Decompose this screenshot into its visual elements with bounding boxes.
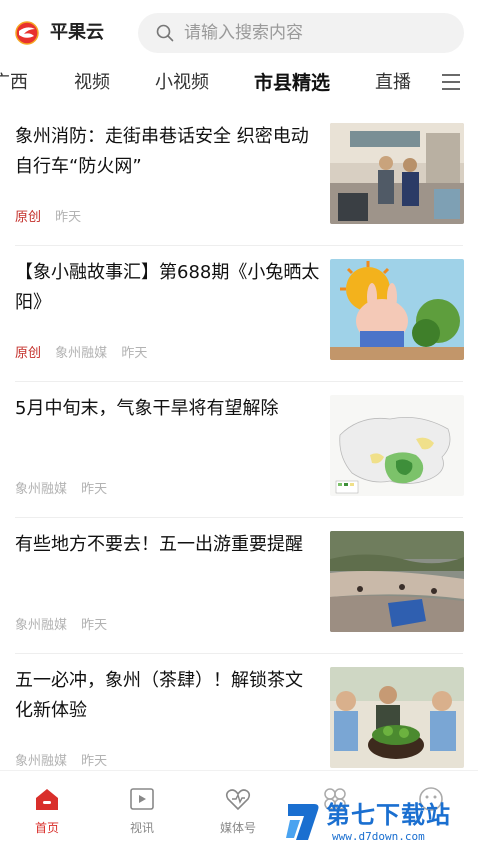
news-title: 5月中旬末，气象干旱将有望解除 xyxy=(15,398,279,419)
news-item[interactable]: 有些地方不要去！五一出游重要提醒 象州融媒 昨天 xyxy=(0,518,478,654)
original-badge: 原创 xyxy=(15,346,42,361)
news-title: 有些地方不要去！五一出游重要提醒 xyxy=(15,534,303,555)
news-feed: 象州消防：走街串巷话安全 织密电动自行车“防火网” 原创 昨天 【象小融故事汇】… xyxy=(0,110,478,770)
news-source: 象州融媒 xyxy=(15,618,68,633)
news-item[interactable]: 象州消防：走街串巷话安全 织密电动自行车“防火网” 原创 昨天 xyxy=(0,110,478,246)
news-source: 象州融媒 xyxy=(15,482,68,497)
tab-live[interactable]: 直播 xyxy=(375,70,411,96)
search-icon xyxy=(156,24,174,42)
home-icon xyxy=(36,789,58,810)
nav-media-label: 媒体号 xyxy=(219,821,256,835)
nav-media[interactable]: 媒体号 xyxy=(203,785,273,836)
watermark-url: www.d7down.com xyxy=(332,830,425,843)
tab-video[interactable]: 视频 xyxy=(74,70,110,96)
news-meta: 象州融媒 昨天 xyxy=(15,750,117,769)
news-time: 昨天 xyxy=(121,346,148,361)
news-time: 昨天 xyxy=(81,482,108,497)
search-input[interactable] xyxy=(184,13,444,53)
channel-tabs: 广西 视频 小视频 市县精选 直播 xyxy=(0,62,478,106)
video-icon xyxy=(130,788,154,810)
news-item[interactable]: 5月中旬末，气象干旱将有望解除 象州融媒 昨天 xyxy=(0,382,478,518)
news-thumbnail xyxy=(330,259,464,360)
tab-county-picks[interactable]: 市县精选 xyxy=(254,70,330,96)
watermark-text: 第七下载站 xyxy=(326,801,451,829)
news-meta: 象州融媒 昨天 xyxy=(15,614,117,633)
news-thumbnail xyxy=(330,667,464,768)
news-thumbnail xyxy=(330,395,464,496)
nav-home-label: 首页 xyxy=(34,821,59,835)
news-time: 昨天 xyxy=(81,754,108,769)
app-name: 平果云 xyxy=(50,22,104,43)
news-title: 五一必冲，象州（茶肆）！解锁茶文化新体验 xyxy=(15,670,303,721)
news-meta: 象州融媒 昨天 xyxy=(15,478,117,497)
news-thumbnail xyxy=(330,531,464,632)
news-item[interactable]: 【象小融故事汇】第688期《小兔晒太阳》 原创 象州融媒 昨天 xyxy=(0,246,478,382)
news-item[interactable]: 五一必冲，象州（茶肆）！解锁茶文化新体验 象州融媒 昨天 xyxy=(0,654,478,770)
news-meta: 原创 昨天 xyxy=(15,206,91,225)
news-thumbnail xyxy=(330,123,464,224)
news-title: 象州消防：走街串巷话安全 织密电动自行车“防火网” xyxy=(15,126,309,177)
app-logo-icon xyxy=(15,21,39,45)
nav-video[interactable]: 视讯 xyxy=(107,785,177,836)
news-source: 象州融媒 xyxy=(15,754,68,769)
news-title: 【象小融故事汇】第688期《小兔晒太阳》 xyxy=(15,262,320,313)
news-source: 象州融媒 xyxy=(55,346,108,361)
news-meta: 原创 象州融媒 昨天 xyxy=(15,342,157,361)
nav-video-label: 视讯 xyxy=(129,821,154,835)
menu-icon[interactable] xyxy=(440,72,462,92)
watermark-logo-icon xyxy=(286,804,319,840)
news-time: 昨天 xyxy=(55,210,82,225)
nav-home[interactable]: 首页 xyxy=(12,785,82,836)
tab-short-video[interactable]: 小视频 xyxy=(155,70,209,96)
watermark: 第七下载站 www.d7down.com xyxy=(284,800,478,850)
tab-guangxi[interactable]: 广西 xyxy=(0,70,28,96)
top-bar: 平果云 xyxy=(0,0,478,62)
original-badge: 原创 xyxy=(15,210,42,225)
news-time: 昨天 xyxy=(81,618,108,633)
search-bar[interactable] xyxy=(138,13,464,53)
heart-icon xyxy=(225,789,251,811)
